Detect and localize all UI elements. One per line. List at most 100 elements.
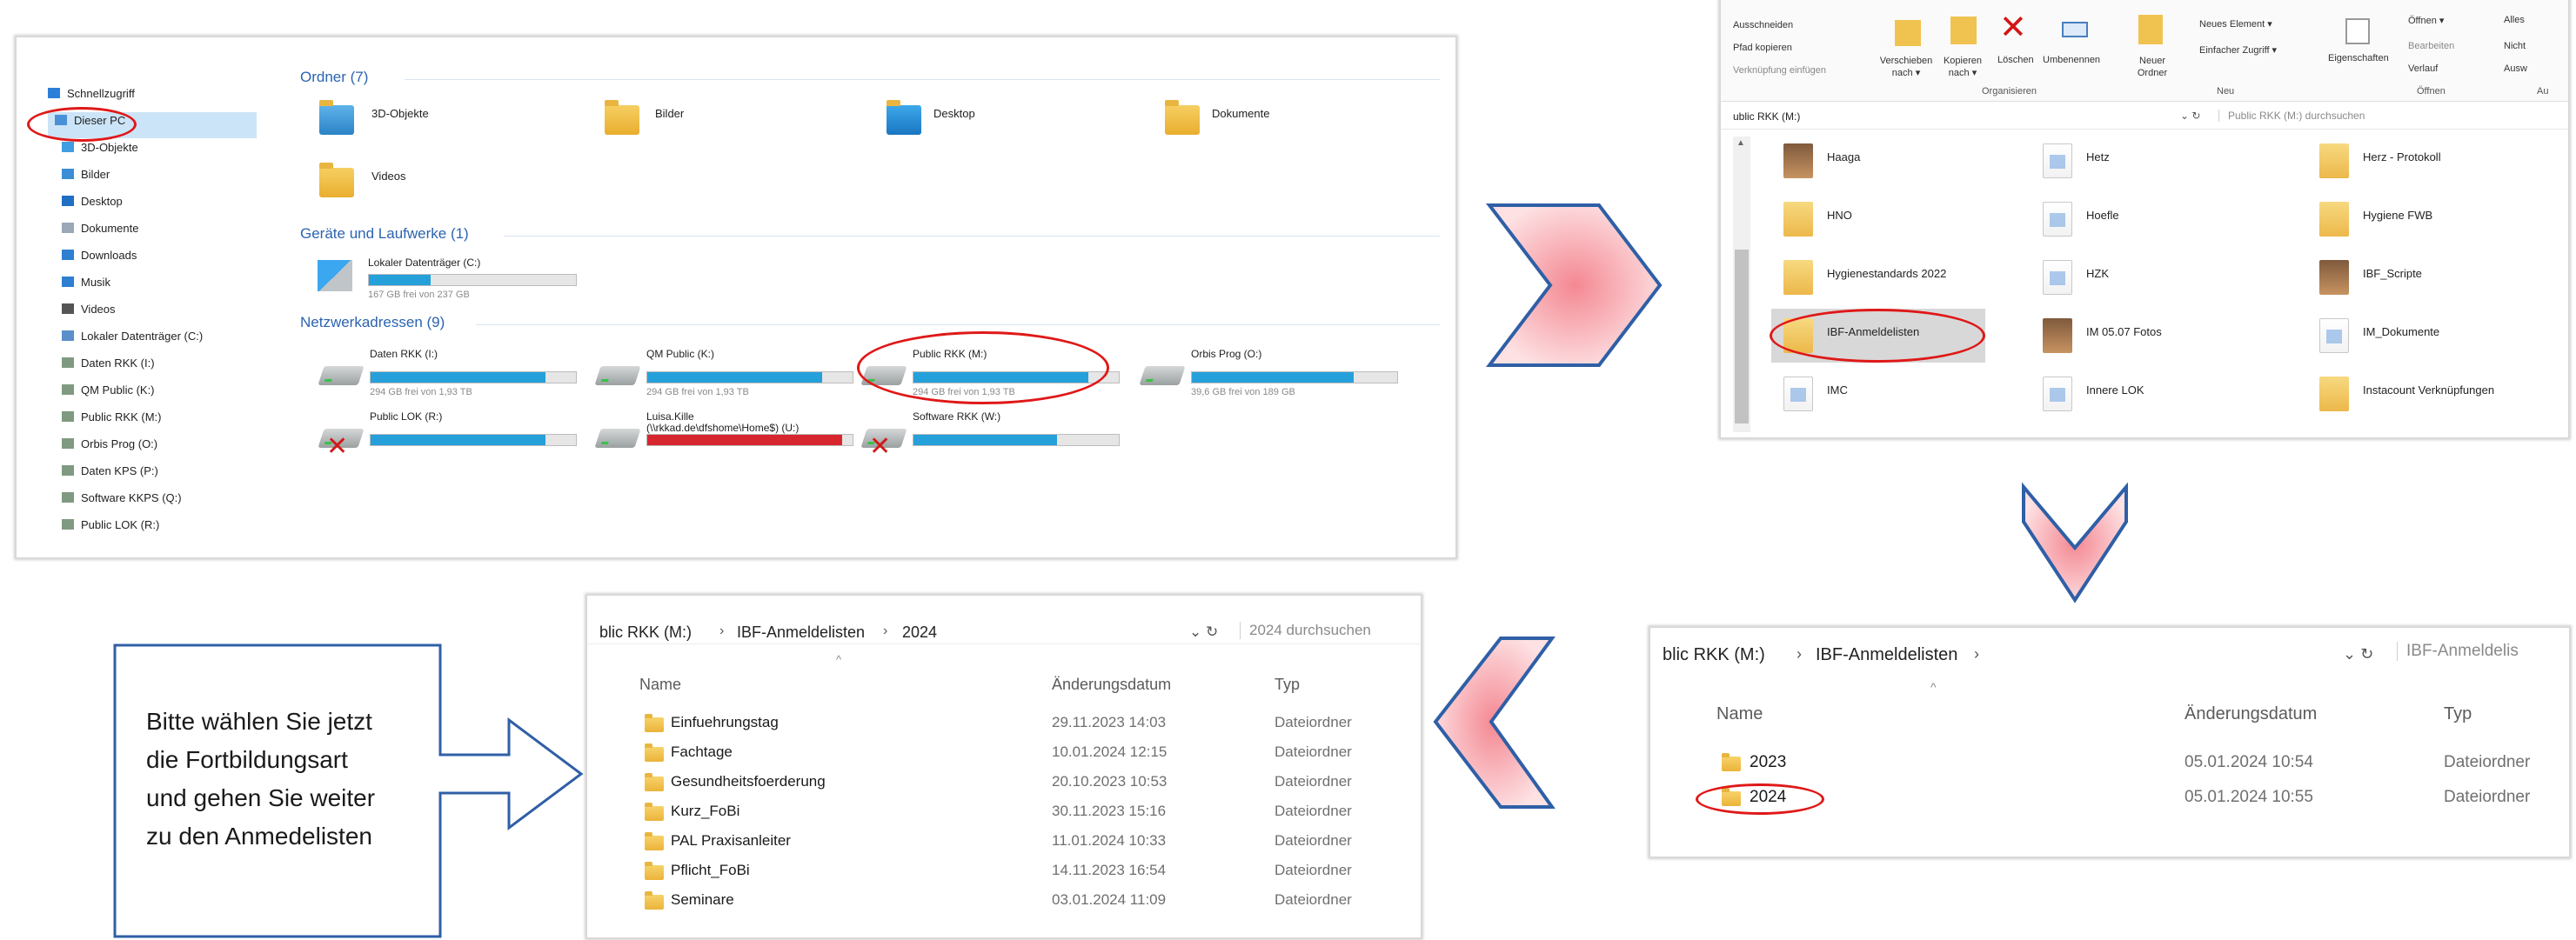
- sidebar-item[interactable]: Musik: [62, 270, 110, 294]
- move-to-button[interactable]: Verschieben nach ▾: [1876, 55, 1937, 79]
- folder-item-label[interactable]: HNO: [1827, 209, 1852, 222]
- sidebar-item[interactable]: QM Public (K:): [62, 377, 155, 402]
- dropdown-refresh-icon[interactable]: ⌄ ↻: [2343, 645, 2373, 663]
- sidebar-item[interactable]: Lokaler Datenträger (C:): [62, 323, 203, 348]
- column-type[interactable]: Typ: [1275, 676, 1300, 694]
- invert-selection-button[interactable]: Ausw: [2504, 63, 2527, 74]
- dropdown-refresh-icon[interactable]: ⌄ ↻: [1189, 623, 1218, 641]
- breadcrumb[interactable]: blic RKK (M:) › IBF-Anmeldelisten › 2024…: [587, 596, 1421, 644]
- group-select-label: Au: [2537, 86, 2549, 97]
- copy-to-button[interactable]: Kopieren nach ▾: [1937, 55, 1989, 79]
- scroll-thumb[interactable]: [1735, 250, 1749, 423]
- sidebar-item[interactable]: Daten KPS (P:): [62, 458, 158, 483]
- dropdown-refresh-icon[interactable]: ⌄ ↻: [2180, 110, 2200, 122]
- row-name[interactable]: Seminare: [671, 891, 734, 909]
- row-name[interactable]: PAL Praxisanleiter: [671, 832, 791, 850]
- network-drive-label[interactable]: QM Public (K:): [646, 349, 714, 360]
- section-devices[interactable]: Geräte und Laufwerke (1): [300, 225, 469, 243]
- folder-item-label[interactable]: IBF_Scripte: [2363, 267, 2422, 280]
- drive-free-space: 294 GB frei von 1,93 TB: [646, 387, 749, 397]
- folder-item-label[interactable]: Hygiene FWB: [2363, 209, 2432, 222]
- folder-item-label[interactable]: IM_Dokumente: [2363, 325, 2439, 338]
- breadcrumb-folder[interactable]: IBF-Anmeldelisten: [1816, 645, 1957, 665]
- folder-item-label[interactable]: IM 05.07 Fotos: [2086, 325, 2162, 338]
- folder-item-label[interactable]: Hoefle: [2086, 209, 2119, 222]
- sidebar-item[interactable]: Daten RKK (I:): [62, 350, 155, 375]
- address-path[interactable]: ublic RKK (M:): [1733, 110, 1800, 123]
- breadcrumb-drive[interactable]: blic RKK (M:): [599, 623, 692, 642]
- sidebar-item[interactable]: Downloads: [62, 243, 137, 267]
- breadcrumb-folder[interactable]: IBF-Anmeldelisten: [737, 623, 865, 642]
- folder-item-label[interactable]: HZK: [2086, 267, 2109, 280]
- properties-button[interactable]: Eigenschaften: [2328, 53, 2389, 63]
- column-name[interactable]: Name: [1716, 704, 1763, 724]
- sidebar-item[interactable]: Orbis Prog (O:): [62, 431, 157, 456]
- network-drive-label[interactable]: Orbis Prog (O:): [1191, 349, 1261, 360]
- row-name[interactable]: Gesundheitsfoerderung: [671, 773, 826, 790]
- network-drive-label[interactable]: Software RKK (W:): [913, 411, 1000, 423]
- sidebar-item[interactable]: Bilder: [62, 162, 110, 186]
- easy-access-button[interactable]: Einfacher Zugriff ▾: [2199, 44, 2277, 56]
- folder-item-label[interactable]: Haaga: [1827, 150, 1860, 163]
- select-all-button[interactable]: Alles: [2504, 15, 2525, 25]
- new-item-button[interactable]: Neues Element ▾: [2199, 18, 2272, 30]
- row-date: 14.11.2023 16:54: [1052, 862, 1167, 878]
- folder-item-label[interactable]: Hetz: [2086, 150, 2110, 163]
- copy-path-button[interactable]: Pfad kopieren: [1733, 43, 1792, 53]
- delete-button[interactable]: Löschen: [1997, 55, 2034, 65]
- folder-pictures-label[interactable]: Bilder: [655, 107, 684, 120]
- row-name[interactable]: 2023: [1750, 753, 1786, 772]
- sort-indicator-icon: ^: [836, 653, 842, 666]
- sidebar-item[interactable]: Schnellzugriff: [48, 81, 135, 105]
- column-date[interactable]: Änderungsdatum: [2185, 704, 2317, 724]
- folder-documents-label[interactable]: Dokumente: [1212, 107, 1269, 120]
- folder-icon: [2319, 202, 2349, 237]
- sidebar-item[interactable]: Videos: [62, 297, 116, 321]
- column-type[interactable]: Typ: [2444, 704, 2472, 724]
- section-folders[interactable]: Ordner (7): [300, 69, 368, 86]
- network-drive-label[interactable]: Daten RKK (I:): [370, 349, 438, 360]
- scroll-up-icon[interactable]: ▲: [1736, 138, 1745, 148]
- column-date[interactable]: Änderungsdatum: [1052, 676, 1171, 694]
- scrollbar[interactable]: ▲: [1733, 137, 1750, 432]
- sidebar-item[interactable]: Desktop: [62, 189, 123, 213]
- open-button[interactable]: Öffnen ▾: [2408, 15, 2444, 26]
- history-button[interactable]: Verlauf: [2408, 63, 2438, 74]
- cut-button[interactable]: Ausschneiden: [1733, 20, 1793, 30]
- folder-item-label[interactable]: Innere LOK: [2086, 383, 2144, 397]
- breadcrumb[interactable]: blic RKK (M:) › IBF-Anmeldelisten › ⌄ ↻ …: [1650, 628, 2569, 678]
- paste-shortcut-button[interactable]: Verknüpfung einfügen: [1733, 65, 1826, 76]
- rename-button[interactable]: Umbenennen: [2043, 55, 2100, 65]
- row-name[interactable]: Pflicht_FoBi: [671, 862, 750, 879]
- select-none-button[interactable]: Nicht: [2504, 41, 2526, 51]
- column-name[interactable]: Name: [639, 676, 681, 694]
- breadcrumb-sep: ›: [883, 623, 888, 638]
- folder-item-label[interactable]: Hygienestandards 2022: [1827, 267, 1946, 280]
- network-drive-label[interactable]: Public LOK (R:): [370, 411, 442, 423]
- folder-item-label[interactable]: IMC: [1827, 383, 1848, 397]
- row-name[interactable]: Einfuehrungstag: [671, 714, 779, 731]
- local-drive-label[interactable]: Lokaler Datenträger (C:): [368, 257, 480, 269]
- breadcrumb-current[interactable]: 2024: [902, 623, 937, 642]
- edit-button[interactable]: Bearbeiten: [2408, 41, 2454, 51]
- search-input[interactable]: IBF-Anmeldelis: [2397, 642, 2569, 661]
- download-icon: [62, 250, 74, 260]
- row-name[interactable]: Kurz_FoBi: [671, 803, 739, 820]
- folder-item-label[interactable]: Instacount Verknüpfungen: [2363, 383, 2494, 397]
- sidebar-item[interactable]: Software KKPS (Q:): [62, 485, 182, 510]
- new-folder-button[interactable]: Neuer Ordner: [2126, 55, 2178, 79]
- folder-videos-label[interactable]: Videos: [371, 170, 406, 183]
- folder-item-label[interactable]: Herz - Protokoll: [2363, 150, 2441, 163]
- breadcrumb-drive[interactable]: blic RKK (M:): [1663, 645, 1765, 665]
- folder-3d-label[interactable]: 3D-Objekte: [371, 107, 429, 120]
- sidebar-item[interactable]: Dokumente: [62, 216, 138, 240]
- network-drive-label[interactable]: Luisa.Kille (\\rkkad.de\dfshome\Home$) (…: [646, 411, 799, 434]
- address-bar[interactable]: ublic RKK (M:) ⌄ ↻ Public RKK (M:) durch…: [1721, 105, 2568, 130]
- search-input[interactable]: 2024 durchsuchen: [1240, 622, 1414, 639]
- folder-desktop-label[interactable]: Desktop: [933, 107, 975, 120]
- sidebar-item[interactable]: Public RKK (M:): [62, 404, 161, 429]
- section-network[interactable]: Netzwerkadressen (9): [300, 314, 445, 331]
- sidebar-item[interactable]: Public LOK (R:): [62, 512, 159, 537]
- search-input[interactable]: Public RKK (M:) durchsuchen: [2218, 110, 2566, 122]
- row-name[interactable]: Fachtage: [671, 743, 733, 761]
